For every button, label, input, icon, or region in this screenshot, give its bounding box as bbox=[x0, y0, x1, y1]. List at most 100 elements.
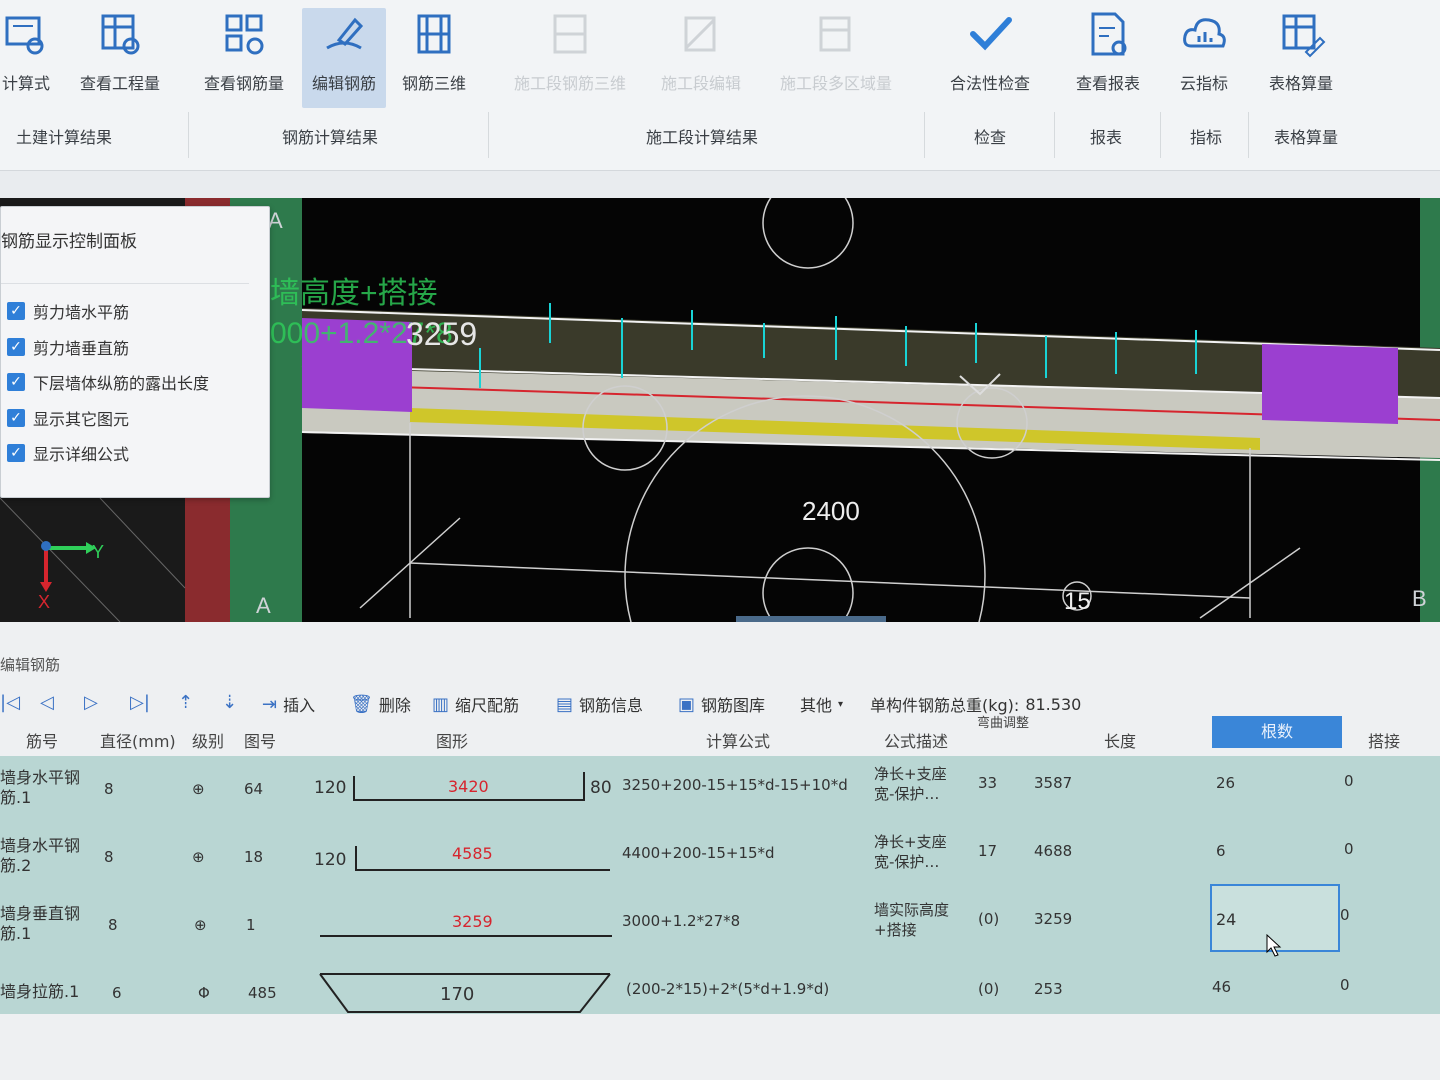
stage-region-icon bbox=[819, 16, 851, 52]
row-shape-left: 120 bbox=[314, 778, 347, 798]
edit-rebar-panel-title: 编辑钢筋 bbox=[0, 656, 61, 674]
stage-rebar-3d-button[interactable]: 施工段钢筋三维 bbox=[500, 8, 640, 108]
row-diameter: 6 bbox=[112, 984, 122, 1002]
group-divider bbox=[924, 112, 925, 158]
trash-icon: 🗑 bbox=[350, 693, 373, 715]
col-shape-no[interactable]: 图号 bbox=[244, 728, 276, 752]
move-up-icon[interactable]: ⇡ bbox=[178, 692, 193, 713]
row-bend: 33 bbox=[978, 774, 998, 792]
cloud-index-button[interactable]: 云指标 bbox=[1168, 8, 1240, 108]
row-length: 4688 bbox=[1034, 842, 1073, 860]
row-bar-name: 墙身水平钢 筋.1 bbox=[0, 768, 81, 807]
checkbox-show-other-elements[interactable]: ✓ 显示其它图元 bbox=[7, 406, 129, 430]
dimension-center-label: 2400 bbox=[802, 496, 860, 526]
row-shape-no: 64 bbox=[244, 780, 264, 798]
other-menu-button[interactable]: 其他 ▾ bbox=[800, 692, 843, 716]
checkbox-lower-wall-exposed-length[interactable]: ✓ 下层墙体纵筋的露出长度 bbox=[7, 370, 209, 394]
group-divider bbox=[1054, 112, 1055, 158]
row-count: 46 bbox=[1212, 978, 1232, 996]
rebar-info-button[interactable]: ▤ 钢筋信息 bbox=[556, 692, 643, 716]
row-shape-length: 3420 bbox=[448, 777, 489, 796]
rebar-grade-icon: ⊕ bbox=[194, 916, 207, 934]
scale-config-button[interactable]: ▥ 缩尺配筋 bbox=[432, 692, 519, 716]
row-formula-desc: 净长+支座 宽-保护… bbox=[874, 765, 947, 803]
insert-button[interactable]: ⇥ 插入 bbox=[262, 692, 315, 716]
row-shape-length: 3259 bbox=[452, 912, 493, 931]
next-row-icon[interactable]: ▷ bbox=[84, 692, 98, 713]
axis-y-label: Y bbox=[92, 542, 104, 562]
col-diameter[interactable]: 直径(mm) bbox=[100, 728, 176, 752]
table-calc-icon bbox=[1282, 14, 1326, 58]
row-lap: 0 bbox=[1340, 976, 1350, 994]
edit-rebar-icon bbox=[326, 17, 364, 50]
row-count: 26 bbox=[1216, 774, 1236, 792]
cloud-index-icon bbox=[1183, 18, 1226, 48]
group-check: 检查 bbox=[974, 128, 1007, 147]
total-weight-readout: 单构件钢筋总重(kg): 81.530 bbox=[870, 694, 1082, 716]
rebar-display-control-panel: 钢筋显示控制面板 ✓ 剪力墙水平筋 ✓ 剪力墙垂直筋 ✓ 下层墙体纵筋的露出长度 ✓ 显… bbox=[0, 206, 270, 498]
row-diameter: 8 bbox=[108, 916, 118, 934]
stage-edit-button[interactable]: 施工段编辑 bbox=[648, 8, 754, 108]
row-lap: 0 bbox=[1340, 906, 1350, 924]
view-report-label: 查看报表 bbox=[1075, 74, 1140, 93]
view-report-button[interactable]: 查看报表 bbox=[1066, 8, 1150, 108]
col-length[interactable]: 长度 bbox=[1104, 728, 1136, 752]
stage-region-button[interactable]: 施工段多区域量 bbox=[758, 8, 914, 108]
checked-icon: ✓ bbox=[7, 409, 25, 427]
control-panel-divider bbox=[1, 283, 249, 284]
calc-formula-button[interactable]: 计算式 bbox=[0, 8, 62, 108]
checked-icon: ✓ bbox=[7, 444, 25, 462]
stage-region-label: 施工段多区域量 bbox=[779, 74, 892, 93]
delete-button[interactable]: 🗑 删除 bbox=[350, 692, 411, 716]
row-shape-length: 4585 bbox=[452, 844, 493, 863]
rebar-grade-icon: Φ bbox=[198, 984, 210, 1002]
prev-row-icon[interactable]: ◁ bbox=[40, 692, 54, 713]
checkbox-show-detailed-formula[interactable]: ✓ 显示详细公式 bbox=[7, 441, 129, 465]
rebar-grade-icon: ⊕ bbox=[192, 848, 205, 866]
grid-number-label: 15 bbox=[1064, 588, 1091, 615]
col-shape[interactable]: 图形 bbox=[436, 728, 468, 752]
control-panel-title: 钢筋显示控制面板 bbox=[1, 232, 137, 252]
overlay-formula-desc: 墙高度+搭接 bbox=[270, 277, 438, 310]
first-row-icon[interactable]: |◁ bbox=[0, 692, 20, 713]
axis-label-b: B bbox=[1412, 586, 1427, 611]
rebar-3d-button[interactable]: 钢筋三维 bbox=[394, 8, 474, 108]
checkbox-wall-vertical-bar[interactable]: ✓ 剪力墙垂直筋 bbox=[7, 335, 129, 359]
move-down-icon[interactable]: ⇣ bbox=[222, 692, 237, 713]
rebar-library-button[interactable]: ▣ 钢筋图库 bbox=[678, 692, 765, 716]
checkbox-wall-horizontal-bar[interactable]: ✓ 剪力墙水平筋 bbox=[7, 299, 129, 323]
mouse-cursor-icon bbox=[1266, 934, 1282, 957]
insert-icon: ⇥ bbox=[262, 693, 278, 715]
validity-check-button[interactable]: 合法性检查 bbox=[940, 8, 1040, 108]
view-rebar-button[interactable]: 查看钢筋量 bbox=[196, 8, 292, 108]
edit-rebar-button[interactable]: 编辑钢筋 bbox=[302, 8, 386, 108]
table-calc-button[interactable]: 表格算量 bbox=[1256, 8, 1346, 108]
library-icon: ▣ bbox=[678, 693, 696, 715]
group-rebar-results: 钢筋计算结果 bbox=[282, 128, 379, 147]
group-index: 指标 bbox=[1190, 128, 1223, 147]
col-root-count[interactable]: 根数 bbox=[1212, 716, 1342, 748]
calc-formula-label: 计算式 bbox=[1, 74, 50, 93]
col-bend-adjust[interactable]: 弯曲调整 bbox=[974, 716, 1032, 732]
row-length: 253 bbox=[1034, 980, 1063, 998]
check-icon bbox=[970, 17, 1012, 51]
view-quantity-button[interactable]: 查看工程量 bbox=[72, 8, 168, 108]
view-quantity-label: 查看工程量 bbox=[79, 74, 160, 93]
row-bend: 17 bbox=[978, 842, 998, 860]
row-bar-name: 墙身垂直钢 筋.1 bbox=[0, 904, 81, 943]
group-divider bbox=[1248, 112, 1249, 158]
rebar-grade-icon: ⊕ bbox=[192, 780, 205, 798]
report-icon bbox=[1091, 12, 1127, 56]
overlay-length-value: 3259 bbox=[406, 316, 477, 352]
view-rebar-icon bbox=[225, 14, 264, 55]
last-row-icon[interactable]: ▷| bbox=[130, 692, 150, 713]
col-lap[interactable]: 搭接 bbox=[1368, 728, 1400, 752]
group-report: 报表 bbox=[1090, 128, 1123, 147]
row-count[interactable]: 24 bbox=[1216, 910, 1236, 929]
col-grade[interactable]: 级别 bbox=[192, 728, 224, 752]
col-bar-no[interactable]: 筋号 bbox=[26, 728, 58, 752]
scale-icon: ▥ bbox=[432, 693, 450, 715]
col-formula-desc[interactable]: 公式描述 bbox=[884, 728, 948, 752]
col-formula[interactable]: 计算公式 bbox=[706, 728, 770, 752]
row-lap: 0 bbox=[1344, 772, 1354, 790]
